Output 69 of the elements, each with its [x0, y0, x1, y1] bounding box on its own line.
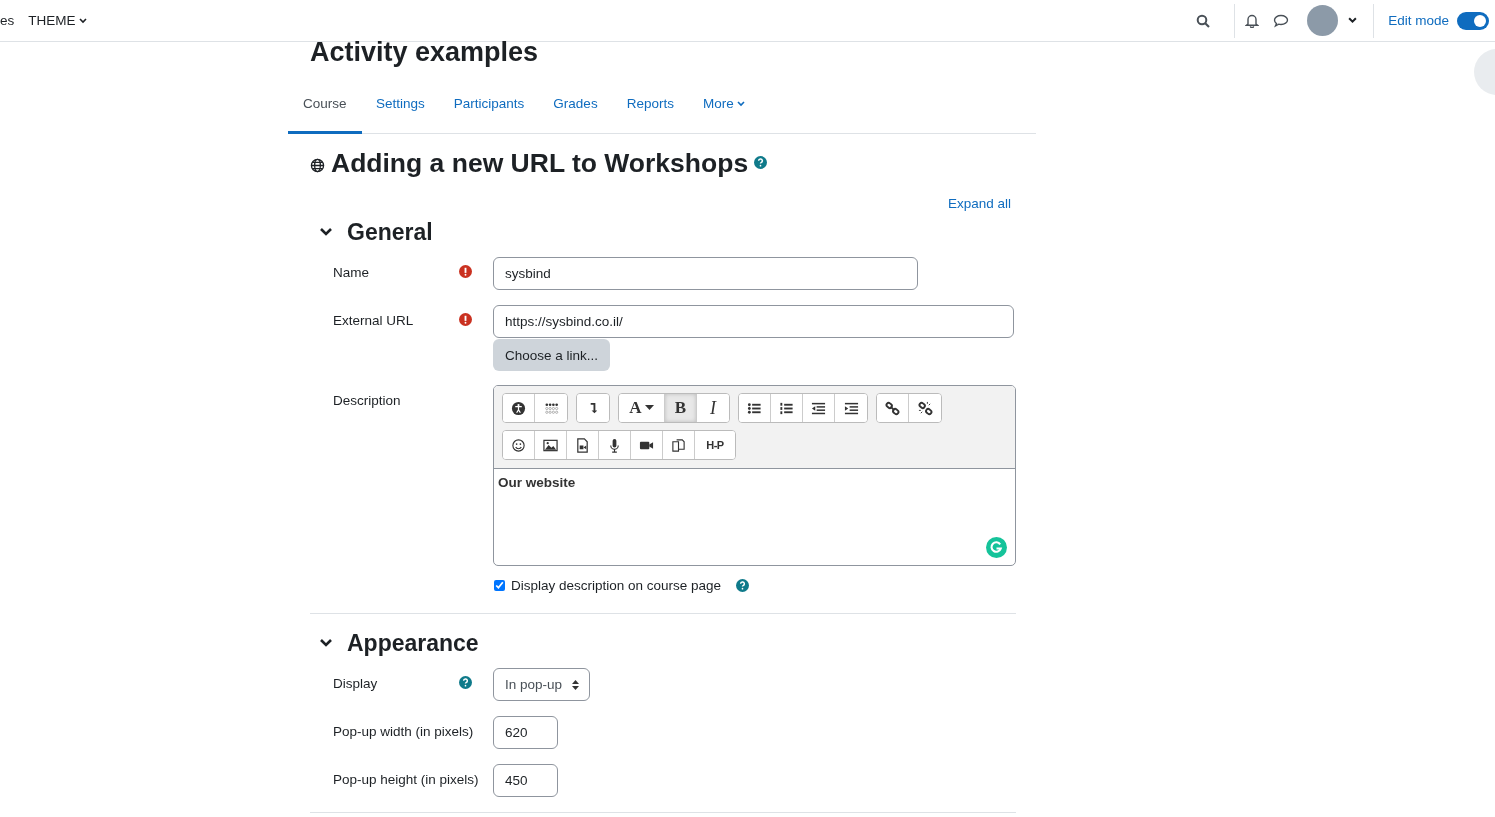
copy-icon [671, 437, 686, 453]
image-icon [543, 437, 558, 453]
name-field[interactable]: sysbind [493, 257, 918, 290]
nav-link[interactable]: THEME [28, 13, 87, 28]
unlink-icon [917, 400, 933, 416]
display-select[interactable]: In pop-up [493, 668, 591, 701]
bold-button[interactable]: B [665, 394, 697, 422]
field-label: Display [333, 676, 378, 691]
number-field[interactable]: 620 [493, 716, 558, 749]
arrow-button[interactable] [577, 394, 609, 422]
field-label: Pop-up width (in pixels) [333, 724, 474, 739]
accessibility-button[interactable] [503, 394, 535, 422]
smiley-icon [511, 437, 526, 453]
grammar-check-icon[interactable] [986, 537, 1007, 558]
bell-icon[interactable] [1245, 13, 1260, 28]
url-field[interactable]: https://sysbind.co.il/ [493, 305, 1014, 338]
choose-link-button[interactable]: Choose a link... [493, 339, 611, 371]
video-file-icon [575, 437, 590, 453]
field-label: Description [333, 393, 401, 408]
help-icon[interactable] [459, 676, 472, 689]
link-button[interactable] [877, 394, 909, 422]
chevron-icon[interactable] [319, 638, 333, 648]
avatar[interactable] [1307, 5, 1339, 36]
indent-icon [843, 400, 859, 416]
checkbox[interactable] [494, 580, 505, 591]
bullet-list-icon [747, 400, 762, 416]
number-field[interactable]: 450 [493, 764, 558, 797]
nav-link[interactable]: es [0, 13, 15, 28]
edit-mode-label: Edit mode [1388, 13, 1449, 28]
required-icon [459, 313, 472, 326]
edit-mode-toggle[interactable] [1457, 11, 1489, 30]
expand-all-link[interactable]: Expand all [947, 196, 1011, 211]
section-heading: General [347, 218, 433, 247]
nav-tab[interactable]: Grades [538, 82, 613, 134]
field-label: External URL [333, 313, 414, 328]
section-heading: Appearance [347, 629, 479, 658]
search-icon[interactable] [1196, 13, 1211, 28]
braille-icon [543, 400, 559, 416]
smiley-button[interactable] [503, 431, 535, 459]
caret-icon [736, 100, 745, 107]
required-icon [459, 265, 472, 278]
page-heading: Adding a new URL to Workshops [331, 147, 749, 180]
help-icon[interactable] [754, 156, 768, 169]
editor-area[interactable]: Our website [494, 469, 1015, 565]
course-title: Activity examples [310, 37, 540, 67]
chat-icon[interactable] [1273, 13, 1290, 28]
globe-icon [310, 157, 325, 173]
sort-icon [572, 679, 580, 690]
nav-tab[interactable]: More [688, 82, 760, 134]
numbered-list-icon [779, 400, 794, 416]
caret-icon [644, 405, 654, 411]
field-label: Name [333, 265, 369, 280]
outdent-icon [811, 400, 826, 416]
nav-tab[interactable]: Settings [361, 82, 440, 134]
bullet-list-button[interactable] [739, 394, 771, 422]
checkbox-label: Display description on course page [511, 578, 722, 593]
caret-icon[interactable] [1348, 17, 1358, 24]
editor-text: Our website [498, 475, 576, 490]
nav-tab[interactable]: Course [288, 82, 362, 134]
field-label: Pop-up height (in pixels) [333, 772, 479, 787]
text-color-button[interactable]: A [619, 394, 665, 422]
accessibility-icon [511, 400, 526, 416]
caret-icon [78, 17, 87, 24]
chevron-icon[interactable] [319, 227, 333, 237]
nav-tab[interactable]: Reports [612, 82, 689, 134]
nav-tab[interactable]: Participants [439, 82, 539, 134]
link-icon [885, 400, 900, 416]
help-icon[interactable] [736, 579, 750, 592]
microphone-icon [607, 437, 622, 453]
